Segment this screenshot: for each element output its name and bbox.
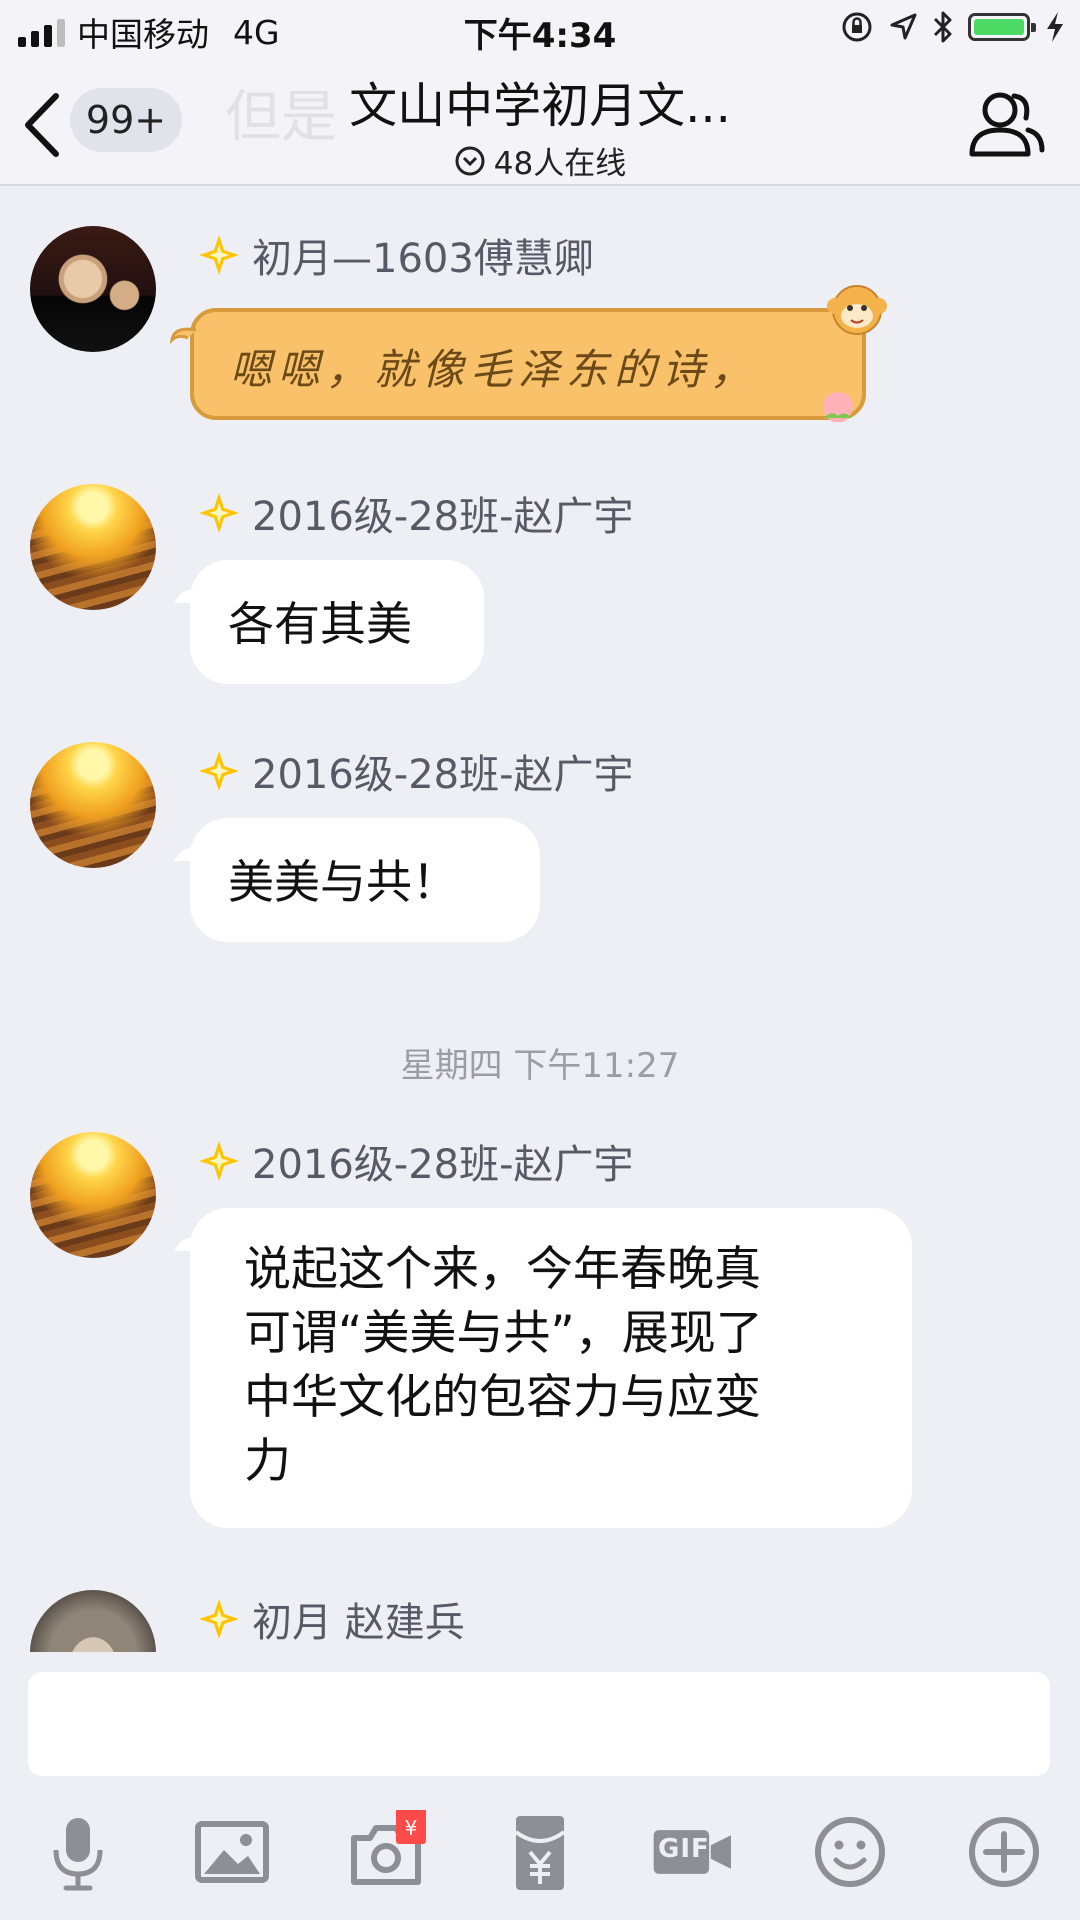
sender-name-text: 2016级-28班-赵广宇: [252, 494, 634, 540]
member-badge-star-icon: [199, 1599, 239, 1639]
sender-name: 初月—1603傅慧卿: [196, 226, 594, 284]
message-text-line: 中华文化的包容力与应变: [244, 1370, 761, 1425]
orientation-lock-icon: [842, 12, 872, 42]
gif-button[interactable]: GIF: [652, 1810, 752, 1894]
input-bar: ¥ GIF: [0, 1652, 1080, 1920]
input-toolbar: ¥ GIF: [0, 1808, 1080, 1900]
message-text-line: 力: [244, 1434, 291, 1489]
member-badge-star-icon: [199, 1141, 239, 1181]
message-bubble[interactable]: 说起这个来，今年春晚真 可谓“美美与共”，展现了 中华文化的包容力与应变 力: [190, 1208, 912, 1528]
message-list[interactable]: 初月—1603傅慧卿 嗯嗯，就像毛泽东的诗， 2016级-28班-赵广宇 各有其…: [0, 186, 1080, 1652]
status-right: [840, 10, 1066, 44]
redpacket-badge: ¥: [405, 1816, 418, 1840]
avatar[interactable]: [30, 484, 156, 610]
microphone-button[interactable]: [36, 1810, 120, 1894]
message-bubble-special[interactable]: 嗯嗯，就像毛泽东的诗，: [169, 285, 887, 423]
charging-bolt-icon: [1047, 12, 1063, 42]
sender-name-text: 初月—1603傅慧卿: [252, 236, 594, 282]
message-text-line: 可谓“美美与共”，展现了: [244, 1306, 763, 1361]
bluetooth-icon: [933, 11, 952, 43]
camera-redpacket-button[interactable]: ¥: [344, 1808, 428, 1894]
plus-button[interactable]: [962, 1810, 1046, 1894]
sender-name-text: 2016级-28班-赵广宇: [252, 1142, 634, 1188]
sender-name-text: 2016级-28班-赵广宇: [252, 752, 634, 798]
group-title[interactable]: 文山中学初月文...: [310, 66, 770, 136]
gif-label: GIF: [658, 1834, 710, 1864]
member-badge-star-icon: [199, 235, 239, 275]
battery-icon: [968, 13, 1036, 41]
member-badge-star-icon: [199, 493, 239, 533]
message-bubble[interactable]: 美美与共！: [190, 818, 540, 942]
camera-redpacket-icon: ¥: [351, 1808, 426, 1885]
online-circle-chevron-icon: [455, 146, 485, 175]
online-status[interactable]: 48人在线: [0, 138, 1080, 183]
sender-name: 2016级-28班-赵广宇: [196, 1132, 634, 1190]
sender-name: 初月 赵建兵: [196, 1590, 465, 1648]
peach-icon: [823, 392, 853, 423]
red-envelope-icon: [514, 1816, 566, 1890]
chat-header: 99+ 但是 文山中学初月文... 48人在线: [0, 60, 1080, 186]
avatar[interactable]: [30, 1132, 156, 1258]
status-bar: 中国移动 4G 下午4:34: [0, 0, 1080, 60]
message-input[interactable]: [28, 1672, 1050, 1776]
bubble-tail-curl: [169, 327, 197, 345]
avatar[interactable]: [30, 742, 156, 868]
sender-name: 2016级-28班-赵广宇: [196, 484, 634, 542]
member-badge-star-icon: [199, 751, 239, 791]
red-envelope-button[interactable]: [498, 1810, 582, 1894]
avatar[interactable]: [30, 226, 156, 352]
avatar[interactable]: [30, 1590, 156, 1652]
monkey-sticker-icon: [827, 285, 887, 335]
message-text: 嗯嗯，就像毛泽东的诗，: [230, 345, 759, 394]
sender-name-text: 初月 赵建兵: [252, 1600, 465, 1646]
message-text: 各有其美: [228, 597, 412, 651]
group-members-icon[interactable]: [966, 84, 1046, 164]
sender-name: 2016级-28班-赵广宇: [196, 742, 634, 800]
message-text: 美美与共！: [228, 855, 458, 909]
message-bubble[interactable]: 各有其美: [190, 560, 484, 684]
image-icon: [195, 1821, 269, 1883]
message-text-line: 说起这个来，今年春晚真: [244, 1242, 761, 1297]
image-button[interactable]: [190, 1810, 274, 1894]
plus-icon: [969, 1817, 1039, 1887]
online-count-label: 48人在线: [493, 146, 627, 182]
location-arrow-icon: [890, 13, 917, 40]
chat-timestamp: 星期四 下午11:27: [400, 1046, 680, 1086]
emoji-icon: [815, 1817, 885, 1887]
battery-level: [974, 19, 1024, 35]
microphone-icon: [53, 1818, 103, 1891]
emoji-button[interactable]: [808, 1810, 892, 1894]
